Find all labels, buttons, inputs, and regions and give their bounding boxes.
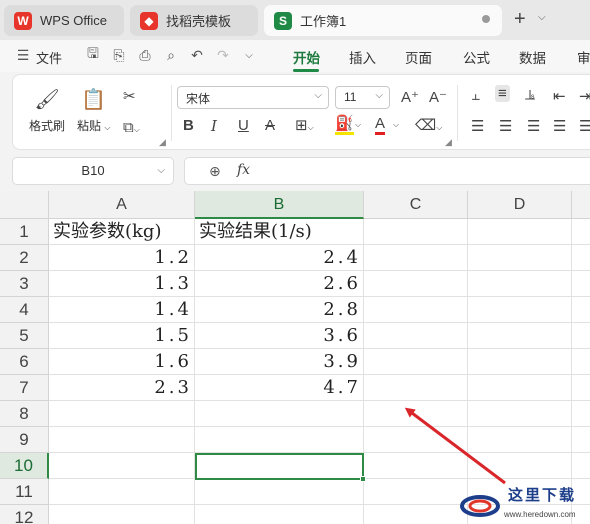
close-tab-icon[interactable] xyxy=(482,15,490,23)
distribute-icon[interactable]: ☰ xyxy=(579,117,590,135)
tab-label: 工作簿1 xyxy=(300,14,347,29)
align-middle-icon[interactable]: ≡ xyxy=(495,85,510,102)
borders-icon[interactable]: ⊞⌵ xyxy=(295,116,314,134)
align-top-icon[interactable]: ⫠ xyxy=(471,87,480,104)
chevron-down-icon[interactable]: ⌵ xyxy=(393,120,399,130)
font-size-select[interactable]: 11 ⌵ xyxy=(335,86,390,109)
tab-home[interactable]: 开始 xyxy=(293,47,320,67)
justify-icon[interactable]: ☰ xyxy=(553,117,566,135)
underline-icon[interactable]: U xyxy=(238,117,249,134)
print-icon[interactable]: ⎙ xyxy=(136,46,154,64)
bold-icon[interactable]: B xyxy=(183,117,194,134)
increase-font-icon[interactable]: A⁺ xyxy=(401,88,419,106)
italic-icon[interactable]: I xyxy=(211,117,217,135)
divider xyxy=(171,85,172,141)
align-bottom-icon[interactable]: ⫡ xyxy=(525,87,535,104)
font-color-icon[interactable]: A xyxy=(375,116,386,135)
wps-logo-icon: W xyxy=(14,11,32,30)
clear-format-icon[interactable]: ⌫⌵ xyxy=(415,116,442,134)
chevron-down-icon[interactable]: ⌵ xyxy=(240,46,258,64)
format-painter-button[interactable]: 🖌 格式刷 xyxy=(29,85,65,134)
increase-indent-icon[interactable]: ⇥ xyxy=(579,87,590,105)
menu-icon[interactable]: ☰ xyxy=(14,46,32,64)
align-right-icon[interactable]: ☰ xyxy=(527,117,540,135)
tab-docer-templates[interactable]: ◆ 找稻壳模板 xyxy=(130,5,258,36)
name-box[interactable]: B10 ⌵ xyxy=(12,157,174,185)
redo-icon[interactable]: ↷ xyxy=(214,46,232,64)
divider xyxy=(457,85,458,141)
formula-input[interactable]: ⊕ fx xyxy=(184,157,590,185)
ribbon-toolbar: 🖌 格式刷 📋 粘贴 ⌵ ✂ ⧉⌵ ◢ 宋体 ⌵ 11 ⌵ A⁺ A⁻ B I … xyxy=(12,74,590,150)
font-name-select[interactable]: 宋体 ⌵ xyxy=(177,86,329,109)
title-tab-bar: W WPS Office ◆ 找稻壳模板 S 工作簿1 + ⌵ xyxy=(0,0,590,40)
save-icon[interactable]: 🖫 xyxy=(84,45,102,64)
strikethrough-icon[interactable]: A xyxy=(265,117,275,134)
tab-formulas[interactable]: 公式 xyxy=(463,47,490,67)
chevron-down-icon: ⌵ xyxy=(157,165,165,176)
tab-workbook1[interactable]: S 工作簿1 xyxy=(264,5,502,36)
decrease-indent-icon[interactable]: ⇤ xyxy=(553,87,566,105)
tab-label: 找稻壳模板 xyxy=(166,14,232,29)
new-tab-button[interactable]: + xyxy=(514,9,526,29)
clipboard-icon: 📋 xyxy=(81,88,107,111)
watermark-logo: 这里下载 www.heredown.com xyxy=(458,480,588,524)
file-menu[interactable]: 文件 xyxy=(36,48,62,67)
spreadsheet-grid[interactable]: A B C D 1 实验参数(kg) 实验结果(1/s) 2 1.2 2.4 3 1.3 2.6… xyxy=(0,191,590,524)
watermark-title: 这里下载 xyxy=(508,486,577,504)
paste-button[interactable]: 📋 粘贴 ⌵ xyxy=(77,85,110,134)
share-icon[interactable]: ⎘ xyxy=(110,46,128,64)
formula-bar: B10 ⌵ ⊕ fx xyxy=(0,154,590,190)
decrease-font-icon[interactable]: A⁻ xyxy=(429,88,447,106)
zoom-icon[interactable]: ⊕ xyxy=(209,163,221,180)
tab-insert[interactable]: 插入 xyxy=(349,47,376,67)
chevron-down-icon[interactable]: ⌵ xyxy=(355,120,361,130)
docer-logo-icon: ◆ xyxy=(140,11,158,30)
align-center-icon[interactable]: ☰ xyxy=(499,117,512,135)
tab-page[interactable]: 页面 xyxy=(405,47,432,67)
font-launcher-icon[interactable]: ◢ xyxy=(445,137,452,148)
watermark-swoosh-icon xyxy=(460,495,500,517)
active-tab-indicator xyxy=(293,69,319,72)
clipboard-launcher-icon[interactable]: ◢ xyxy=(159,137,166,148)
chevron-down-icon[interactable]: ⌵ xyxy=(538,12,546,23)
print-preview-icon[interactable]: ⌕ xyxy=(162,46,180,64)
annotation-arrow xyxy=(404,407,506,485)
spreadsheet-icon: S xyxy=(274,11,292,30)
watermark-url: www.heredown.com xyxy=(504,510,576,519)
chevron-down-icon: ⌵ xyxy=(314,90,322,101)
tab-label: WPS Office xyxy=(40,13,107,28)
paintbrush-icon: 🖌 xyxy=(34,88,60,111)
red-arrow-line xyxy=(404,407,506,485)
align-left-icon[interactable]: ☰ xyxy=(471,117,484,135)
cut-icon[interactable]: ✂ xyxy=(123,87,136,105)
tab-review[interactable]: 审 xyxy=(577,47,590,67)
tab-wps-office[interactable]: W WPS Office xyxy=(4,5,124,36)
undo-icon[interactable]: ↶ xyxy=(188,46,206,64)
tab-data[interactable]: 数据 xyxy=(519,47,546,67)
copy-icon[interactable]: ⧉⌵ xyxy=(123,119,140,136)
fill-color-icon[interactable]: ⛽ xyxy=(335,116,354,135)
chevron-down-icon: ⌵ xyxy=(375,90,383,101)
fx-icon[interactable]: fx xyxy=(237,162,250,178)
menu-bar: ☰ 文件 🖫 ⎘ ⎙ ⌕ ↶ ↷ ⌵ 开始 插入 页面 公式 数据 审 xyxy=(0,40,590,72)
